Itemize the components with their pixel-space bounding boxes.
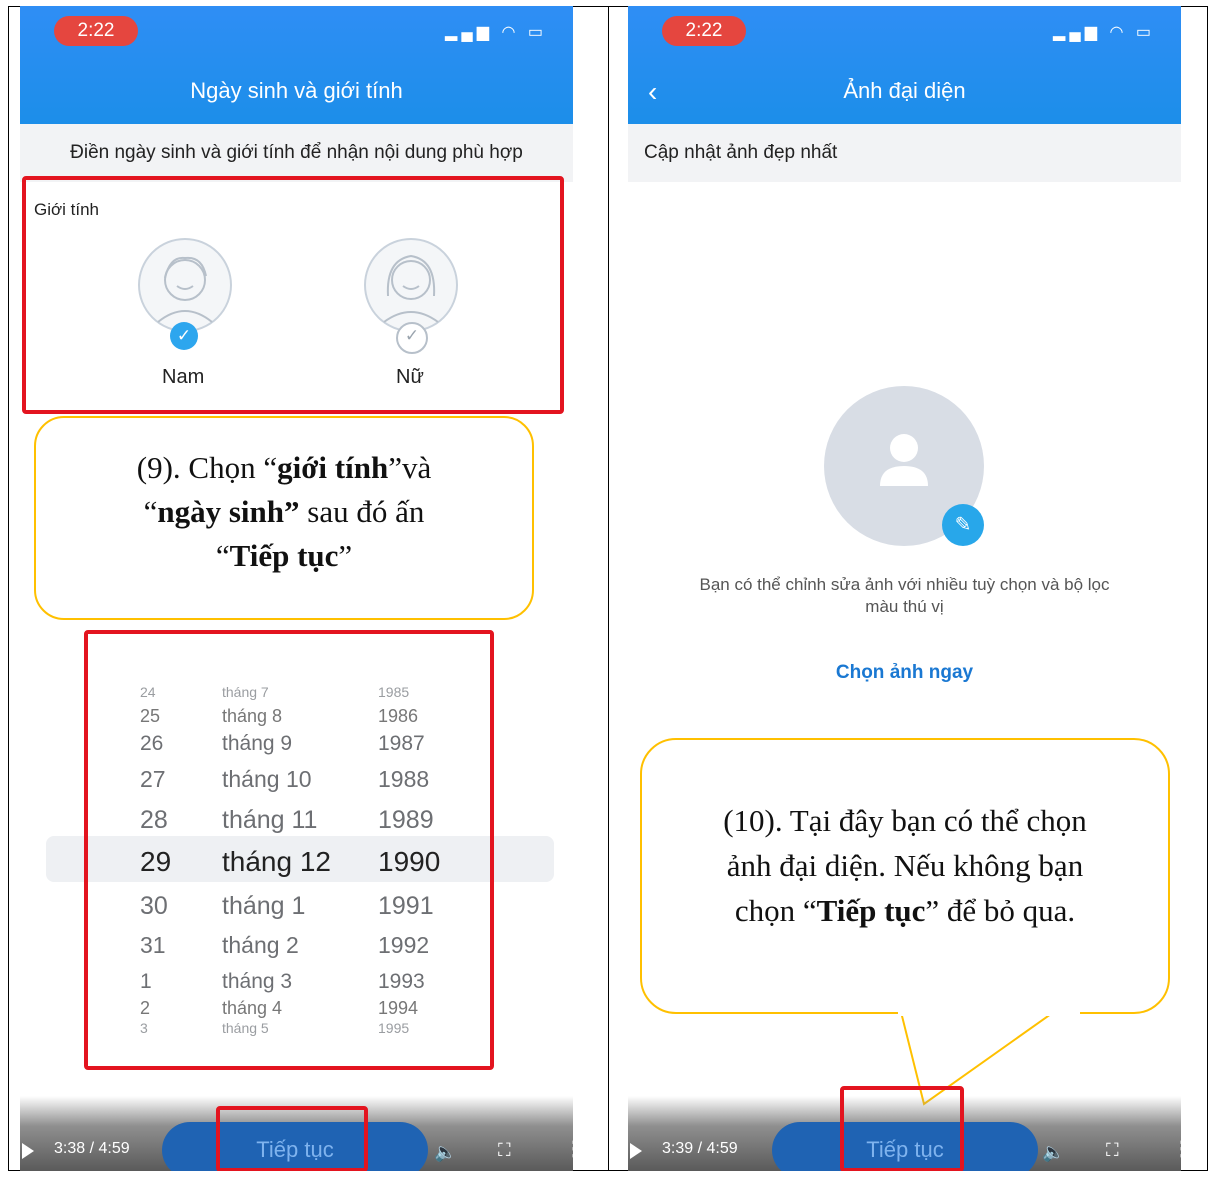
continue-highlight-box xyxy=(840,1086,964,1171)
page-subtitle: Cập nhật ảnh đẹp nhất xyxy=(644,142,838,163)
callout-text: “ xyxy=(215,538,230,573)
callout-bold: ngày sinh” xyxy=(157,494,300,529)
callout-line: (10). Tại đây bạn có thể chọn xyxy=(723,803,1087,838)
date-highlight-box xyxy=(84,630,494,1070)
play-icon[interactable] xyxy=(22,1143,34,1159)
callout-line: “ngày sinh” sau đó ấn xyxy=(36,490,532,534)
fullscreen-icon[interactable]: ⛶ xyxy=(498,1140,511,1161)
gender-male-label: Nam xyxy=(162,366,205,388)
female-avatar-icon xyxy=(364,238,458,332)
wifi-icon: ◠ xyxy=(1109,24,1128,41)
callout-tail-joint xyxy=(898,1012,1080,1016)
signal-icon: ▂▄▆ xyxy=(445,24,493,41)
callout-line: (9). Chọn “giới tính”và xyxy=(36,446,532,490)
avatar-description-2: màu thú vị xyxy=(865,597,944,616)
callout-line: ảnh đại diện. Nếu không bạn xyxy=(726,848,1084,883)
left-screen: 2:22 ▂▄▆ ◠ ▭ Ngày sinh và giới tính Điền… xyxy=(20,6,573,1171)
callout-bold: giới tính xyxy=(277,450,389,485)
callout-text: ”và xyxy=(388,450,432,485)
more-icon[interactable]: ⋮ xyxy=(1172,1136,1181,1161)
status-time: 2:22 xyxy=(54,16,138,46)
page-subtitle: Điền ngày sinh và giới tính để nhận nội … xyxy=(70,142,523,163)
play-icon[interactable] xyxy=(630,1143,642,1159)
gender-label: Giới tính xyxy=(34,200,100,219)
callout-line: chọn “Tiếp tục” để bỏ qua. xyxy=(642,888,1168,933)
female-check-icon: ✓ xyxy=(396,322,428,354)
instruction-callout-10: (10). Tại đây bạn có thể chọn ảnh đại di… xyxy=(640,738,1170,1014)
battery-icon: ▭ xyxy=(1135,24,1155,41)
callout-text: ” xyxy=(338,538,353,573)
status-icons: ▂▄▆ ◠ ▭ xyxy=(445,22,547,42)
instruction-callout-9: (9). Chọn “giới tính”và “ngày sinh” sau … xyxy=(34,416,534,620)
app-header: 2:22 ▂▄▆ ◠ ▭ Ngày sinh và giới tính xyxy=(20,6,573,124)
video-time: 3:39 / 4:59 xyxy=(662,1140,738,1157)
male-avatar-icon xyxy=(138,238,232,332)
column-divider xyxy=(608,6,609,1171)
signal-icon: ▂▄▆ xyxy=(1053,24,1101,41)
app-header: 2:22 ▂▄▆ ◠ ▭ ‹ Ảnh đại diện xyxy=(628,6,1181,124)
callout-text: sau đó ấn xyxy=(299,494,425,529)
page-title: Ảnh đại diện xyxy=(843,78,966,103)
page-title: Ngày sinh và giới tính xyxy=(190,78,403,103)
continue-highlight-box xyxy=(216,1106,368,1171)
callout-line: “Tiếp tục” xyxy=(36,534,532,578)
choose-photo-link[interactable]: Chọn ảnh ngay xyxy=(628,662,1181,684)
callout-text: “ xyxy=(143,494,158,529)
right-screen: 2:22 ▂▄▆ ◠ ▭ ‹ Ảnh đại diện Cập nhật ảnh… xyxy=(628,6,1181,1171)
callout-bold: Tiếp tục xyxy=(229,538,339,573)
callout-text: (9). Chọn “ xyxy=(136,450,278,485)
volume-icon[interactable]: 🔈 xyxy=(434,1142,456,1163)
more-icon[interactable]: ⋮ xyxy=(564,1136,573,1161)
callout-bold: Tiếp tục xyxy=(816,893,926,928)
volume-icon[interactable]: 🔈 xyxy=(1042,1142,1064,1163)
video-time: 3:38 / 4:59 xyxy=(54,1140,130,1157)
callout-text: ” để bỏ qua. xyxy=(925,893,1076,928)
avatar-description: Bạn có thể chỉnh sửa ảnh với nhiều tuỳ c… xyxy=(699,575,1110,594)
gender-female-label: Nữ xyxy=(396,366,424,388)
battery-icon: ▭ xyxy=(527,24,547,41)
gender-highlight-box xyxy=(22,176,564,414)
status-time: 2:22 xyxy=(662,16,746,46)
fullscreen-icon[interactable]: ⛶ xyxy=(1106,1140,1119,1161)
pencil-icon[interactable]: ✎ xyxy=(942,504,984,546)
callout-text: chọn “ xyxy=(734,893,817,928)
male-check-icon: ✓ xyxy=(170,322,198,350)
status-icons: ▂▄▆ ◠ ▭ xyxy=(1053,22,1155,42)
wifi-icon: ◠ xyxy=(501,24,520,41)
